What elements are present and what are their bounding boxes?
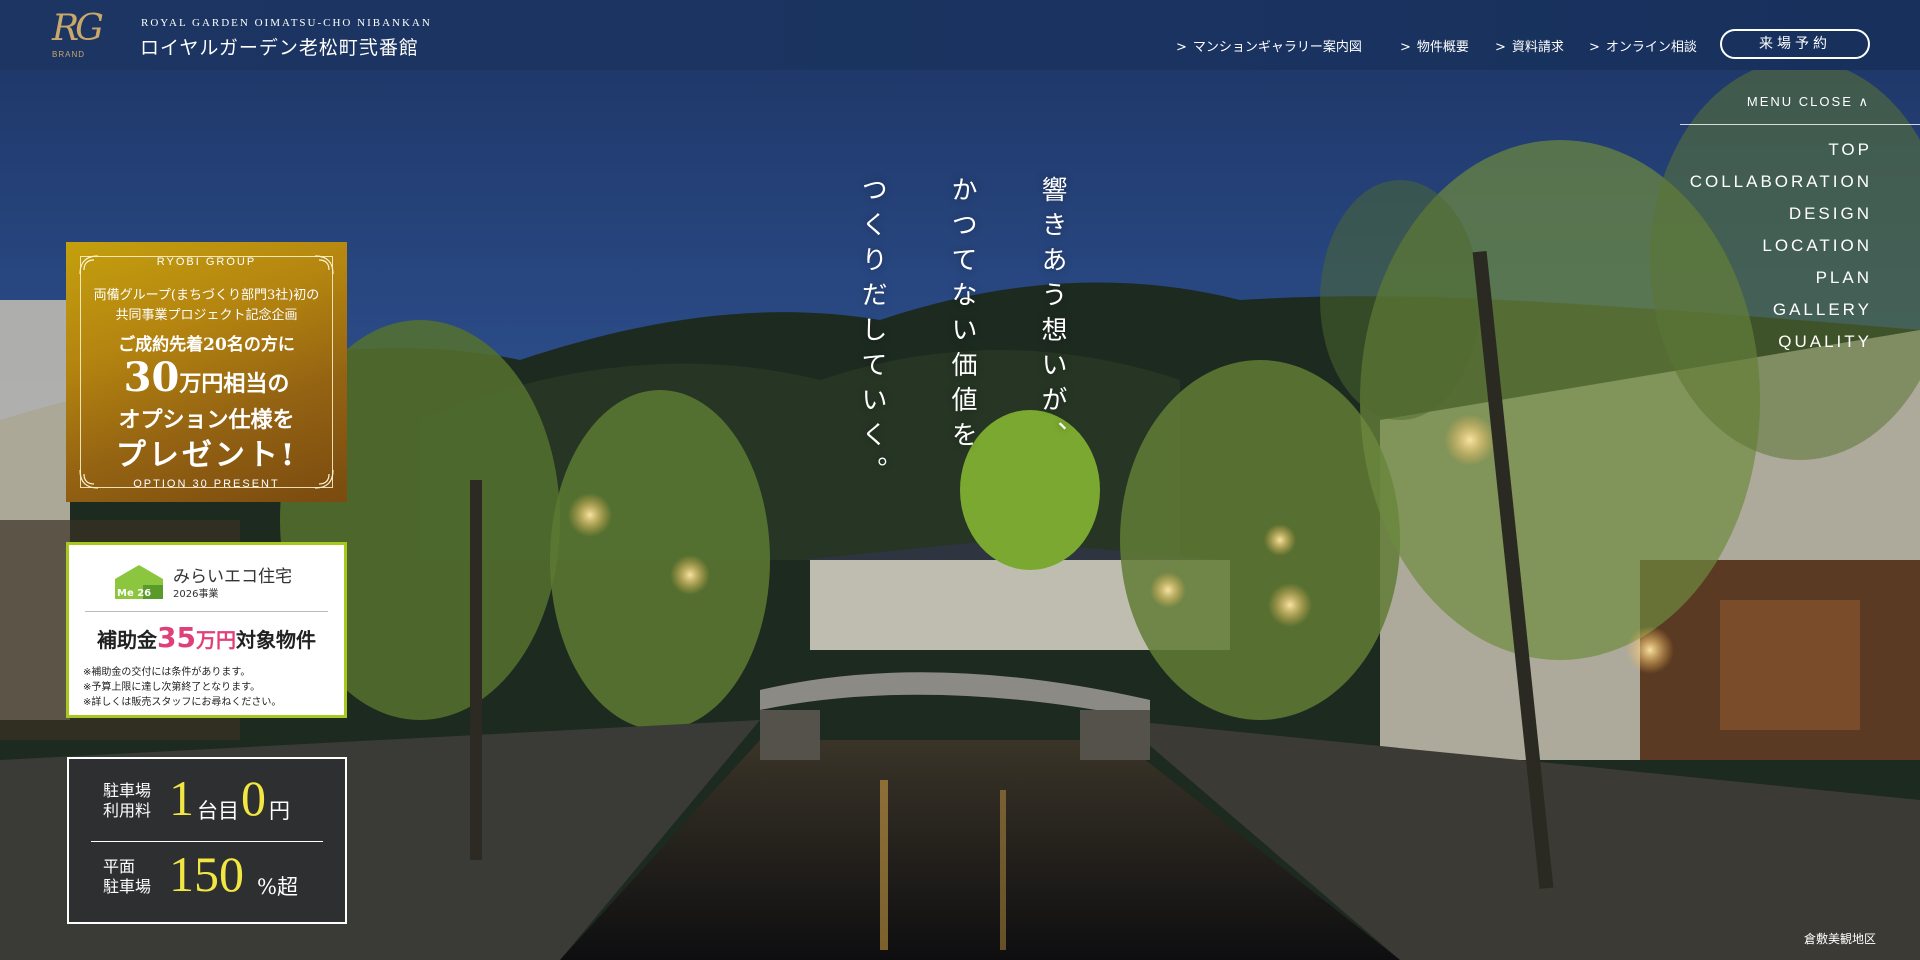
visit-reservation-button[interactable]: 来場予約 xyxy=(1720,29,1870,59)
menu-item-collaboration[interactable]: COLLABORATION xyxy=(1690,170,1872,202)
menu-close-button[interactable]: MENU CLOSE ∧ xyxy=(1747,94,1870,110)
banner-text-line-6: プレゼント! xyxy=(115,438,298,473)
logo-english-name: ROYAL GARDEN OIMATSU-CHO NIBANKAN xyxy=(141,17,432,29)
side-menu: TOP COLLABORATION DESIGN LOCATION PLAN G… xyxy=(1690,138,1872,362)
option-present-banner[interactable]: RYOBI GROUP 両備グループ(まちづくり部門3社)初の 共同事業プロジェ… xyxy=(66,242,347,502)
banner-headline: 30万円相当の xyxy=(66,354,347,401)
banner-group-name: RYOBI GROUP xyxy=(156,256,257,268)
eco-divider xyxy=(85,611,328,612)
parking-info-box: 駐車場 利用料 1 台目 0 円 平面 駐車場 150 %超 xyxy=(67,757,347,924)
flat-parking-unit: %超 xyxy=(257,875,298,899)
parking-fee-unit: 円 xyxy=(269,799,290,823)
eco-subsidy-headline: 補助金35万円対象物件 xyxy=(69,621,344,654)
flat-parking-value: 150 xyxy=(169,846,244,902)
eco-amount-unit: 万円 xyxy=(195,628,236,652)
nav-link-property-summary[interactable]: > 物件概要 xyxy=(1400,36,1469,55)
menu-item-top[interactable]: TOP xyxy=(1690,138,1872,170)
logo-monogram: RG xyxy=(52,8,104,49)
eco-prefix: 補助金 xyxy=(97,628,158,652)
photo-caption: 倉敷美観地区 xyxy=(1803,932,1876,946)
banner-text-line-2: 共同事業プロジェクト記念企画 xyxy=(115,308,298,323)
eco-program-year: 2026事業 xyxy=(173,589,219,600)
flat-parking-label: 平面 駐車場 xyxy=(103,857,152,896)
parking-fee-count: 1 xyxy=(169,770,194,826)
logo-japanese-name[interactable]: ロイヤルガーデン老松町弐番館 xyxy=(140,33,419,60)
nav-link-request-docs[interactable]: > 資料請求 xyxy=(1495,36,1564,55)
brand-logo[interactable]: RG BRAND xyxy=(48,8,124,64)
menu-item-quality[interactable]: QUALITY xyxy=(1690,330,1872,362)
eco-note: ※予算上限に達し次第終了となります。 xyxy=(83,682,261,693)
eco-amount: 35 xyxy=(157,621,196,654)
menu-item-location[interactable]: LOCATION xyxy=(1690,234,1872,266)
menu-item-design[interactable]: DESIGN xyxy=(1690,202,1872,234)
chevron-right-icon: > xyxy=(1589,40,1600,55)
banner-amount: 30 xyxy=(123,354,180,401)
menu-divider xyxy=(1680,124,1920,125)
banner-text-line-1: 両備グループ(まちづくり部門3社)初の xyxy=(93,288,320,303)
logo-brand-text: BRAND xyxy=(52,50,86,59)
eco-program-title: みらいエコ住宅 xyxy=(173,567,292,587)
chevron-right-icon: > xyxy=(1495,40,1506,55)
banner-footer: OPTION 30 PRESENT xyxy=(133,478,280,490)
banner-amount-suffix: 万円相当の xyxy=(179,371,290,397)
eco-note: ※補助金の交付には条件があります。 xyxy=(83,667,251,678)
hero-copy-line-2: かつてない価値を xyxy=(947,176,977,456)
site-header: RG BRAND ROYAL GARDEN OIMATSU-CHO NIBANK… xyxy=(0,0,1920,70)
menu-item-plan[interactable]: PLAN xyxy=(1690,266,1872,298)
hero-copy-line-1: 響きあう想いが、 xyxy=(1037,176,1067,456)
banner-text-line-3: ご成約先着20名の方に xyxy=(118,335,295,355)
nav-link-gallery-map[interactable]: > マンションギャラリー案内図 xyxy=(1176,36,1362,55)
menu-item-gallery[interactable]: GALLERY xyxy=(1690,298,1872,330)
parking-divider xyxy=(91,841,323,842)
eco-note: ※詳しくは販売スタッフにお尋ねください。 xyxy=(83,697,282,708)
nav-link-online-consult[interactable]: > オンライン相談 xyxy=(1589,36,1697,55)
parking-fee-mid: 台目 xyxy=(197,799,239,823)
eco-suffix: 対象物件 xyxy=(235,628,316,652)
chevron-right-icon: > xyxy=(1176,40,1187,55)
parking-fee-value: 0 xyxy=(241,770,266,826)
parking-fee-label: 駐車場 利用料 xyxy=(103,781,152,820)
chevron-right-icon: > xyxy=(1400,40,1411,55)
eco-subsidy-banner[interactable]: Me 26 みらいエコ住宅 2026事業 補助金35万円対象物件 ※補助金の交付… xyxy=(66,542,347,718)
hero-copy-line-3: つくりだしていく。 xyxy=(857,176,887,491)
eco-badge-text: Me 26 xyxy=(117,588,151,599)
eco-house-icon: Me 26 xyxy=(115,565,163,599)
